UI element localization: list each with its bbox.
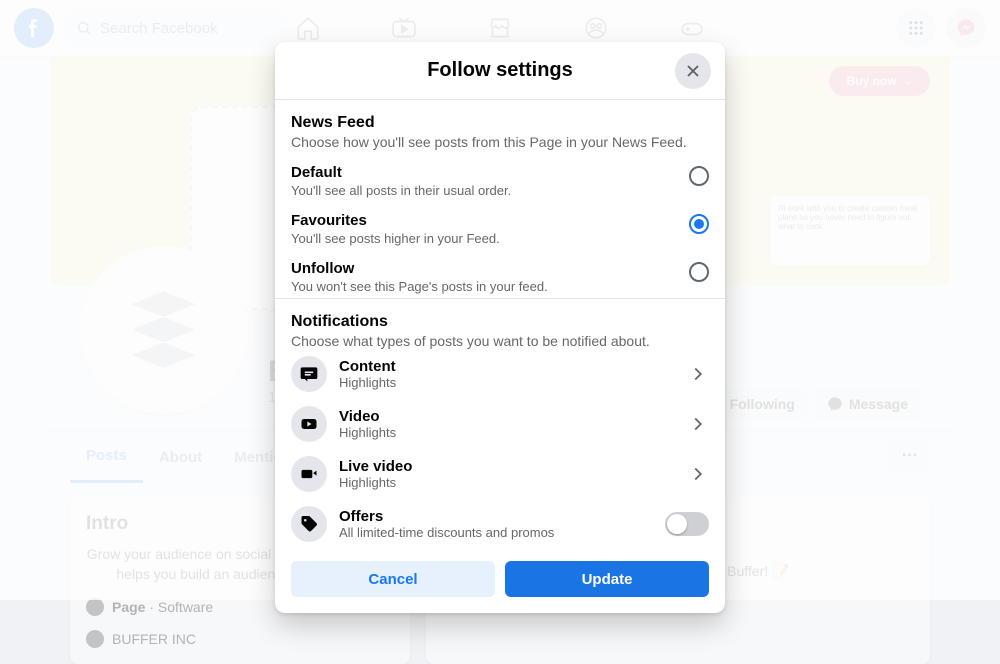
content-icon (291, 356, 327, 392)
notifications-desc: Choose what types of posts you want to b… (291, 333, 709, 349)
radio-default[interactable] (689, 166, 709, 186)
page-badge-icon (86, 598, 104, 616)
newsfeed-heading: News Feed (291, 114, 709, 132)
notif-row-video[interactable]: Video Highlights (291, 399, 709, 449)
intro-company: BUFFER INC (86, 630, 394, 648)
option-title: Favourites (291, 212, 500, 229)
chevron-right-icon (687, 463, 709, 485)
option-desc: You'll see posts higher in your Feed. (291, 231, 500, 246)
cancel-button[interactable]: Cancel (291, 561, 495, 597)
modal-header: Follow settings (275, 42, 725, 100)
option-unfollow[interactable]: Unfollow You won't see this Page's posts… (291, 260, 709, 294)
option-title: Default (291, 164, 511, 181)
follow-settings-modal: Follow settings News Feed Choose how you… (275, 42, 725, 613)
offers-icon (291, 506, 327, 542)
notif-row-livevideo[interactable]: Live video Highlights (291, 449, 709, 499)
chevron-right-icon (687, 363, 709, 385)
live-video-icon (291, 456, 327, 492)
video-icon (291, 406, 327, 442)
radio-favourites[interactable] (689, 214, 709, 234)
close-button[interactable] (675, 53, 711, 89)
company-badge-icon (86, 630, 104, 648)
option-desc: You won't see this Page's posts in your … (291, 279, 548, 294)
newsfeed-desc: Choose how you'll see posts from this Pa… (291, 134, 709, 150)
offers-toggle[interactable] (665, 512, 709, 536)
notif-row-content[interactable]: Content Highlights (291, 349, 709, 399)
option-favourites[interactable]: Favourites You'll see posts higher in yo… (291, 212, 709, 246)
chevron-right-icon (687, 413, 709, 435)
modal-footer: Cancel Update (275, 549, 725, 613)
notifications-heading: Notifications (291, 313, 709, 331)
modal-overlay[interactable]: Follow settings News Feed Choose how you… (0, 0, 1000, 600)
update-button[interactable]: Update (505, 561, 709, 597)
option-default[interactable]: Default You'll see all posts in their us… (291, 164, 709, 198)
close-icon (683, 61, 703, 81)
option-desc: You'll see all posts in their usual orde… (291, 183, 511, 198)
radio-unfollow[interactable] (689, 262, 709, 282)
modal-title: Follow settings (427, 59, 573, 82)
section-divider (275, 298, 725, 299)
notif-row-offers[interactable]: Offers All limited-time discounts and pr… (291, 499, 709, 549)
option-title: Unfollow (291, 260, 548, 277)
